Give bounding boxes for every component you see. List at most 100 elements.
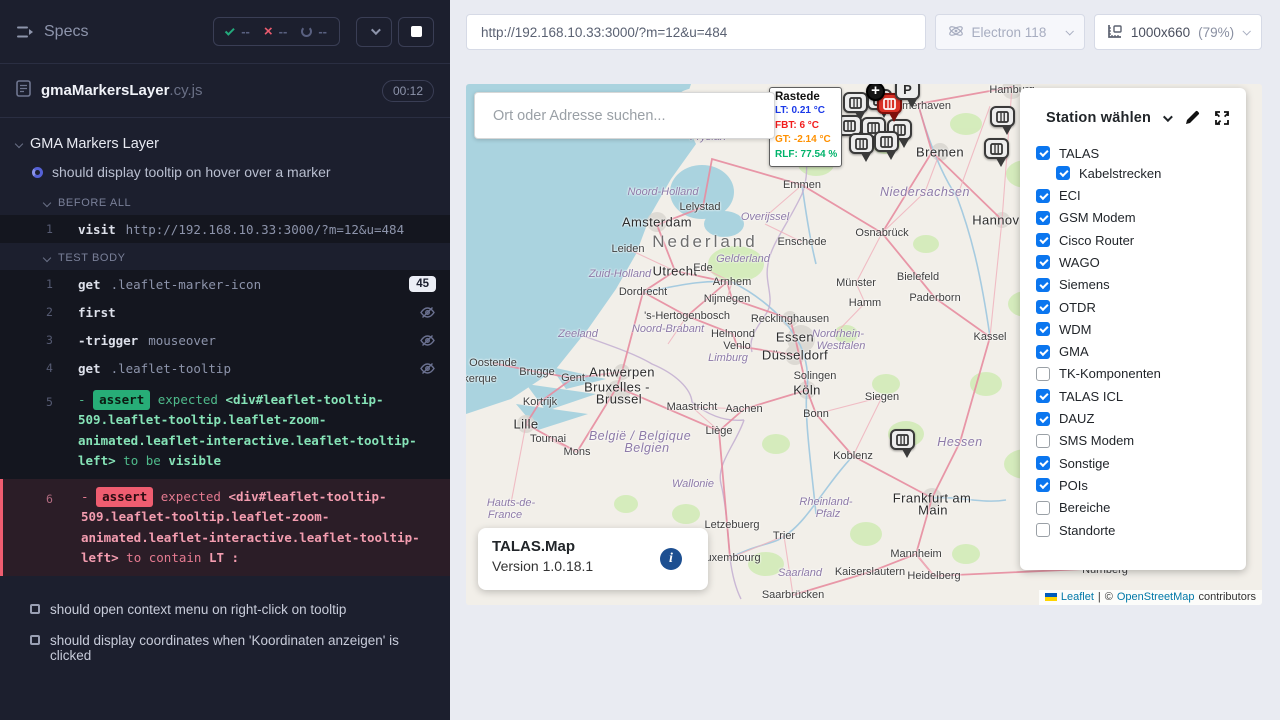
station-row: Cisco Router bbox=[1036, 233, 1246, 247]
station-checkbox[interactable] bbox=[1036, 300, 1050, 314]
stat-failed: ×-- bbox=[264, 24, 287, 39]
station-row: GMA bbox=[1036, 345, 1246, 359]
search-input[interactable] bbox=[475, 108, 774, 124]
check-icon bbox=[225, 26, 235, 36]
command-number: 5 bbox=[46, 393, 53, 412]
map-marker[interactable] bbox=[849, 133, 875, 167]
specs-title[interactable]: Specs bbox=[44, 23, 88, 41]
command-message: mouseover bbox=[148, 333, 419, 348]
suite-row[interactable]: GMA Markers Layer bbox=[0, 132, 450, 156]
station-checkbox[interactable] bbox=[1036, 389, 1050, 403]
map-marker[interactable] bbox=[874, 131, 900, 165]
map-marker[interactable] bbox=[984, 138, 1010, 172]
map-marker[interactable]: P bbox=[895, 84, 921, 113]
browser-selector[interactable]: Electron 118 bbox=[935, 14, 1085, 50]
chevron-down-icon[interactable] bbox=[1163, 112, 1173, 122]
ukraine-flag-icon bbox=[1045, 593, 1057, 601]
marker-pin bbox=[990, 106, 1015, 127]
command-row[interactable]: 4 get .leaflet-tooltip bbox=[0, 354, 450, 382]
command-row[interactable]: 3 -trigger mouseover bbox=[0, 326, 450, 354]
map-marker[interactable]: + bbox=[866, 84, 886, 102]
station-checkbox[interactable] bbox=[1036, 478, 1050, 492]
assert-condition: to be bbox=[123, 453, 161, 468]
viewport-selector[interactable]: 1000x660 (79%) bbox=[1094, 14, 1262, 50]
map-marker[interactable] bbox=[990, 106, 1016, 140]
station-label: DAUZ bbox=[1059, 411, 1094, 426]
duration-badge: 00:12 bbox=[382, 80, 434, 102]
collapse-button[interactable] bbox=[356, 17, 392, 47]
leaflet-link[interactable]: Leaflet bbox=[1061, 591, 1094, 603]
station-row: OTDR bbox=[1036, 300, 1246, 314]
command-row[interactable]: 1 get .leaflet-marker-icon 45 bbox=[0, 270, 450, 298]
station-checkbox[interactable] bbox=[1036, 434, 1050, 448]
station-checkbox[interactable] bbox=[1036, 456, 1050, 470]
marker-glyph: + bbox=[871, 84, 880, 98]
invisible-eye-icon bbox=[419, 362, 436, 375]
command-row[interactable]: 1 visit http://192.168.10.33:3000/?m=12&… bbox=[0, 215, 450, 243]
station-label: Standorte bbox=[1059, 523, 1115, 538]
marker-pin bbox=[874, 131, 899, 152]
station-checkbox[interactable] bbox=[1056, 166, 1070, 180]
station-row: WAGO bbox=[1036, 255, 1246, 269]
tooltip-measurement: FBT: 6 °C bbox=[775, 119, 836, 134]
spec-row[interactable]: gmaMarkersLayer.cy.js 00:12 bbox=[0, 64, 450, 118]
station-checkbox[interactable] bbox=[1036, 146, 1050, 160]
cabinet-icon bbox=[843, 120, 856, 132]
url-input[interactable] bbox=[466, 14, 926, 50]
map-marker[interactable] bbox=[890, 429, 916, 463]
station-checkbox[interactable] bbox=[1036, 523, 1050, 537]
before-all-block: 1 visit http://192.168.10.33:3000/?m=12&… bbox=[0, 215, 450, 243]
assert-row-failed[interactable]: 6 - assert expected <div#leaflet-tooltip… bbox=[0, 479, 450, 576]
station-label: Bereiche bbox=[1059, 500, 1110, 515]
pending-test-row[interactable]: should open context menu on right-click … bbox=[0, 594, 450, 625]
station-label: ECI bbox=[1059, 188, 1081, 203]
station-label: TALAS bbox=[1059, 146, 1099, 161]
marker-tooltip[interactable]: Rastede LT: 0.21 °C FBT: 6 °C GT: -2.14 … bbox=[769, 87, 842, 167]
station-checkbox[interactable] bbox=[1036, 345, 1050, 359]
expand-fullscreen-icon[interactable] bbox=[1214, 110, 1230, 126]
pending-test-row[interactable]: should display coordinates when 'Koordin… bbox=[0, 625, 450, 671]
pending-icon bbox=[301, 26, 312, 37]
station-checkbox[interactable] bbox=[1036, 278, 1050, 292]
command-name: get bbox=[78, 277, 101, 292]
edit-pencil-icon[interactable] bbox=[1184, 110, 1200, 126]
stop-button[interactable] bbox=[398, 17, 434, 47]
leaflet-map[interactable]: Hamburg Bremerhaven Bremen Niedersachsen… bbox=[466, 84, 1262, 605]
copyright-sign: © bbox=[1105, 591, 1113, 603]
chevron-down-icon bbox=[370, 25, 380, 35]
command-row[interactable]: 2 first bbox=[0, 298, 450, 326]
station-checkbox[interactable] bbox=[1036, 367, 1050, 381]
chevron-down-icon bbox=[43, 199, 51, 207]
osm-link[interactable]: OpenStreetMap bbox=[1117, 591, 1195, 603]
station-checkbox[interactable] bbox=[1036, 412, 1050, 426]
hook-test-body[interactable]: TEST BODY bbox=[0, 243, 450, 270]
station-label: POIs bbox=[1059, 478, 1088, 493]
hook-before-all[interactable]: BEFORE ALL bbox=[0, 188, 450, 215]
info-icon[interactable]: i bbox=[660, 548, 682, 570]
station-row: Standorte bbox=[1036, 523, 1246, 537]
assert-badge: assert bbox=[96, 487, 153, 507]
active-test-row[interactable]: should display tooltip on hover over a m… bbox=[0, 156, 450, 188]
assert-badge: assert bbox=[93, 390, 150, 410]
command-number: 4 bbox=[46, 361, 53, 375]
station-panel: Station wählen TALAS Kabelstr bbox=[1020, 88, 1246, 570]
station-row: Sonstige bbox=[1036, 456, 1246, 470]
station-checkbox[interactable] bbox=[1036, 501, 1050, 515]
specs-menu-icon[interactable] bbox=[16, 25, 34, 39]
assert-value: LT : bbox=[209, 550, 239, 565]
station-checkbox[interactable] bbox=[1036, 189, 1050, 203]
station-checkbox[interactable] bbox=[1036, 233, 1050, 247]
station-checkbox[interactable] bbox=[1036, 255, 1050, 269]
station-label: OTDR bbox=[1059, 300, 1096, 315]
station-checkbox[interactable] bbox=[1036, 211, 1050, 225]
version-box: TALAS.Map Version 1.0.18.1 i bbox=[478, 528, 708, 590]
viewport-icon bbox=[1107, 23, 1123, 42]
marker-pin bbox=[890, 429, 915, 450]
panel-title[interactable]: Station wählen bbox=[1046, 110, 1151, 126]
cabinet-icon bbox=[880, 136, 893, 148]
station-checkbox[interactable] bbox=[1036, 322, 1050, 336]
station-row: TK-Komponenten bbox=[1036, 367, 1246, 381]
assert-row-passed[interactable]: 5 - assert expected <div#leaflet-tooltip… bbox=[0, 382, 450, 479]
chevron-down-icon bbox=[15, 140, 23, 148]
command-number: 6 bbox=[46, 490, 53, 509]
